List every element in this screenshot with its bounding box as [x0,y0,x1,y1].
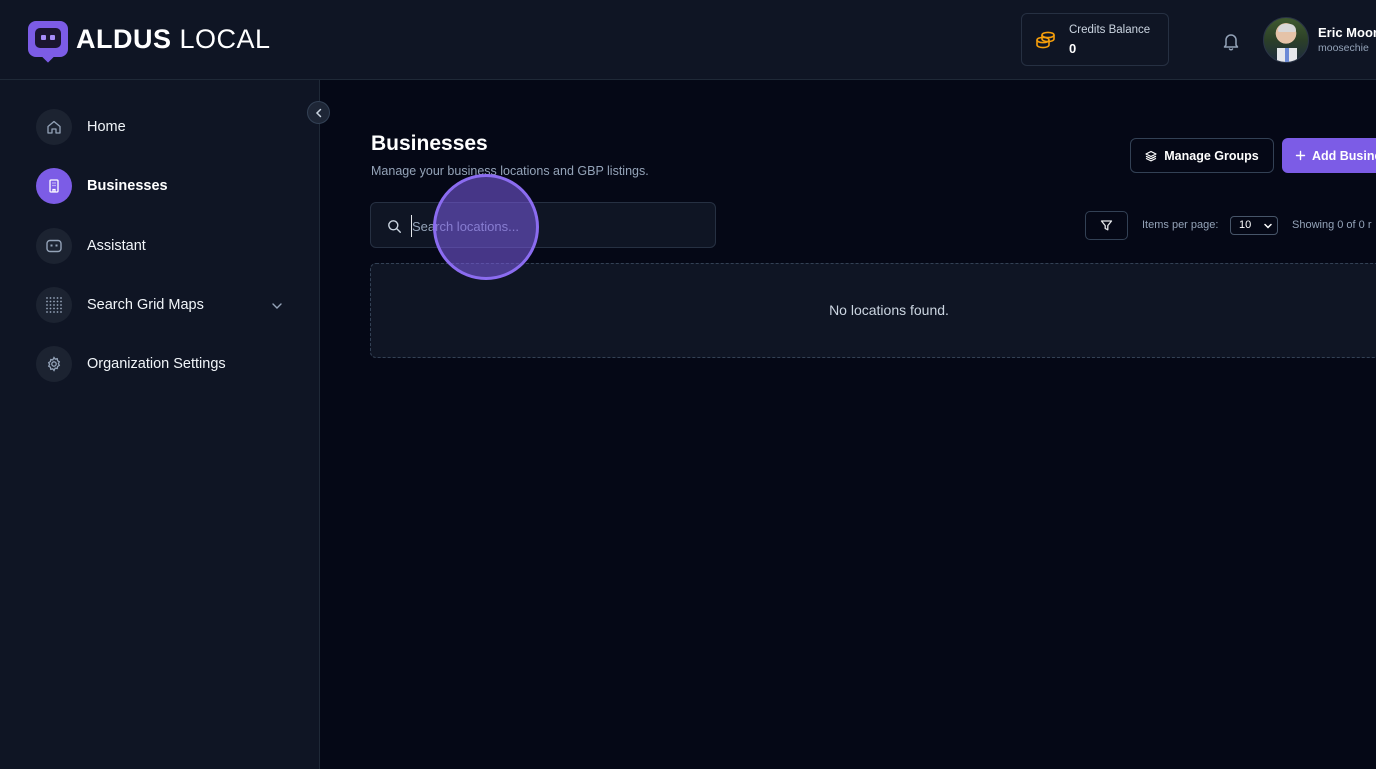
brand-name: ALDUS LOCAL [76,23,271,54]
items-per-page-select[interactable]: 10 [1230,216,1278,235]
credits-value: 0 [1069,41,1077,56]
sidebar-item-label: Home [87,119,126,135]
building-icon [49,179,59,193]
sidebar-item-assistant[interactable]: Assistant [36,228,146,264]
page-subtitle: Manage your business locations and GBP l… [371,164,649,178]
manage-groups-label: Manage Groups [1164,148,1259,163]
add-business-label: Add Busine [1312,148,1376,163]
gear-icon [47,356,61,372]
items-per-page-value: 10 [1239,219,1252,231]
chevron-down-icon[interactable] [270,299,284,313]
empty-state-text: No locations found. [829,302,949,318]
user-email: moosechie [1318,42,1369,54]
sidebar-item-label: Search Grid Maps [87,297,204,313]
sidebar-item-businesses[interactable]: Businesses [36,168,168,204]
coins-icon [1036,31,1055,49]
assistant-icon [46,239,62,253]
user-name[interactable]: Eric Moor [1318,25,1376,40]
filter-button[interactable] [1085,211,1128,240]
grid-icon [46,297,62,313]
add-business-button[interactable]: Add Busine [1282,138,1376,173]
brand-logo[interactable]: ALDUS LOCAL [28,21,271,63]
logo-icon [28,21,68,63]
chevron-left-icon [315,108,321,117]
sidebar-item-label: Organization Settings [87,356,226,372]
items-per-page-label: Items per page: [1142,219,1219,231]
chevron-down-icon [1264,223,1272,229]
sidebar-item-organization-settings[interactable]: Organization Settings [36,346,226,382]
avatar[interactable] [1263,17,1309,63]
main-content: Businesses Manage your business location… [320,80,1376,769]
credits-balance[interactable]: Credits Balance 0 [1021,13,1169,66]
credits-label: Credits Balance [1069,24,1151,36]
sidebar-item-search-grid-maps[interactable]: Search Grid Maps [36,287,204,323]
empty-state: No locations found. [370,263,1376,358]
layers-icon [1145,150,1157,161]
showing-count: Showing 0 of 0 r [1292,219,1372,231]
filter-icon [1100,220,1113,231]
top-bar: ALDUS LOCAL Credits Balance 0 Eric Moor … [0,0,1376,80]
home-icon [47,120,61,134]
sidebar-item-home[interactable]: Home [36,109,126,145]
sidebar-collapse-button[interactable] [307,101,330,124]
page-title: Businesses [371,132,488,155]
manage-groups-button[interactable]: Manage Groups [1130,138,1274,173]
sidebar-item-label: Businesses [87,178,168,194]
plus-icon [1295,150,1306,161]
search-field[interactable] [370,202,716,248]
search-icon [388,220,401,233]
bell-icon[interactable] [1220,30,1242,52]
sidebar-item-label: Assistant [87,238,146,254]
search-input[interactable] [411,215,701,237]
